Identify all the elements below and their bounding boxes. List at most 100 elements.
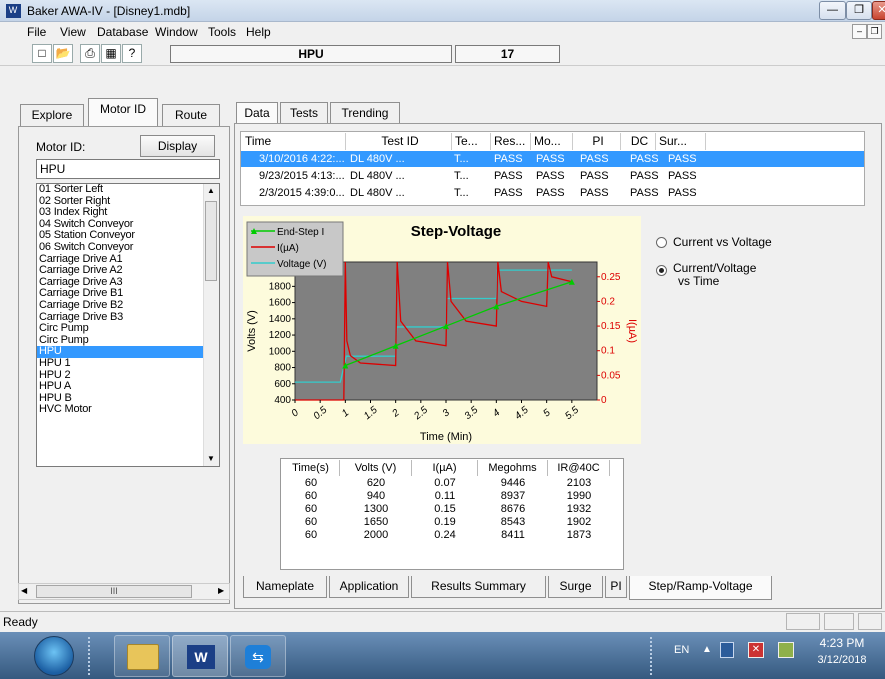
teamviewer-icon[interactable]: ⇆ [230,635,286,677]
language-indicator[interactable]: EN [674,644,689,656]
list-item[interactable]: 06 Switch Conveyor [37,241,203,254]
tab-step-ramp-voltage[interactable]: Step/Ramp-Voltage [629,576,772,600]
tab-tests[interactable]: Tests [280,102,328,124]
tab-application[interactable]: Application [329,576,409,598]
flag-alert-icon[interactable]: ✕ [748,642,764,658]
tab-explore[interactable]: Explore [20,104,84,126]
list-item[interactable]: HVC Motor [37,404,203,416]
table-row[interactable]: 2/3/2015 4:39:0... DL 480V ... T... PASS PAS… [241,185,864,201]
col-header-mo[interactable]: Mo... [531,133,573,150]
tab-data[interactable]: Data [236,102,278,124]
window-title: Baker AWA-IV - [Disney1.mdb] [27,4,191,18]
radio-current-vs-voltage-label[interactable]: Current vs Voltage [673,235,772,249]
tray-expand-icon[interactable]: ▲ [702,644,712,655]
x-tick-label: 4.5 [513,404,531,422]
printer-setup-icon[interactable]: ▦ [101,44,121,63]
tab-surge[interactable]: Surge [548,576,603,598]
tab-pi[interactable]: PI [605,576,627,598]
step-col-current: I(µA) [412,460,478,476]
table-cell-pi: PASS [580,153,609,165]
col-header-dc[interactable]: DC [621,133,656,150]
table-cell-dc: PASS [630,170,659,182]
y-tick-label: 1400 [269,314,292,325]
x-tick-label: 1 [340,407,351,419]
motor-id-label: Motor ID: [36,140,86,154]
tab-trending[interactable]: Trending [330,102,400,124]
step-table-cell: 9446 [500,477,526,489]
step-table-cell: 60 [304,477,318,489]
clock-time[interactable]: 4:23 PM [812,636,872,650]
scroll-left-icon[interactable]: ◀ [21,586,27,595]
list-item[interactable]: Carriage Drive A2 [37,265,203,277]
scroll-down-icon[interactable]: ▼ [207,454,215,463]
motor-id-input[interactable] [36,159,220,179]
open-folder-icon[interactable]: 📂 [53,44,73,63]
mdi-restore-button[interactable]: ❐ [867,24,882,39]
table-cell-pi: PASS [580,187,609,199]
mdi-minimize-button[interactable]: – [852,24,867,39]
table-cell-mo: PASS [536,170,565,182]
col-header-sur[interactable]: Sur... [656,133,706,150]
scroll-right-icon[interactable]: ▶ [218,586,224,595]
col-header-pi[interactable]: PI [573,133,621,150]
table-cell-te: T... [454,153,469,165]
menu-help[interactable]: Help [246,25,271,39]
list-item[interactable]: Circ Pump [37,323,203,335]
menu-database[interactable]: Database [97,25,148,39]
table-cell-test-id: DL 480V ... [350,187,405,199]
list-item[interactable]: HPU 1 [37,357,203,370]
col-header-te[interactable]: Te... [452,133,491,150]
tab-motor-id[interactable]: Motor ID [88,98,158,126]
tab-route[interactable]: Route [162,104,220,126]
clock-date[interactable]: 3/12/2018 [812,654,872,666]
step-table-cell: 940 [366,490,386,502]
table-row[interactable]: 3/10/2016 4:22:... DL 480V ... T... PASS PAS… [241,151,864,167]
status-bar [0,611,885,632]
tab-nameplate[interactable]: Nameplate [243,576,327,598]
volume-muted-icon[interactable] [778,642,794,658]
y-axis-label: Volts (V) [246,310,258,352]
col-header-res[interactable]: Res... [491,133,531,150]
status-pane-3 [858,613,882,630]
menu-tools[interactable]: Tools [208,25,236,39]
x-axis-label: Time (Min) [420,431,472,443]
list-item[interactable]: Carriage Drive B2 [37,299,203,312]
radio-current-vs-voltage[interactable] [656,237,667,248]
list-item[interactable]: HPU A [37,380,203,393]
network-icon[interactable] [720,642,734,658]
step-table-cell: 1650 [363,516,389,528]
new-file-icon[interactable]: □ [32,44,52,63]
left-hscroll-thumb[interactable]: III [36,585,192,598]
close-button[interactable]: ✕ [872,1,885,20]
minimize-button[interactable]: — [819,1,846,20]
table-cell-sur: PASS [668,187,697,199]
radio-current-voltage-vs-time[interactable] [656,265,667,276]
motor-list[interactable]: 01 Sorter Left 02 Sorter Right 03 Index Ri… [36,183,220,467]
start-button[interactable] [34,636,74,676]
col-header-test-id[interactable]: Test ID [346,133,452,150]
step-table-cell: 1300 [363,503,389,515]
baker-awa-icon[interactable]: W [172,635,228,677]
step-table-cell: 60 [304,516,318,528]
table-cell-res: PASS [494,170,523,182]
list-item[interactable]: 01 Sorter Left [37,184,203,196]
col-header-time[interactable]: Time [242,133,346,150]
table-row[interactable]: 9/23/2015 4:13:... DL 480V ... T... PASS PAS… [241,168,864,184]
menu-window[interactable]: Window [155,25,198,39]
display-button[interactable]: Display [140,135,215,157]
help-icon[interactable]: ? [122,44,142,63]
maximize-button[interactable]: ❐ [846,1,872,20]
explorer-icon[interactable] [114,635,170,677]
scroll-up-icon[interactable]: ▲ [207,186,215,195]
menu-file[interactable]: File [27,25,46,39]
step-table-cell: 1902 [566,516,592,528]
step-table-cell: 0.19 [434,516,456,528]
radio-current-voltage-vs-time-label[interactable]: Current/Voltage vs Time [673,262,756,288]
menu-view[interactable]: View [60,25,86,39]
test-count-field: 17 [455,45,560,63]
tab-results-summary[interactable]: Results Summary [411,576,546,598]
motor-list-scroll-thumb[interactable] [205,201,217,281]
document-icon[interactable]: W [6,4,20,16]
print-icon[interactable]: ⎙ [80,44,100,63]
table-cell-time: 3/10/2016 4:22:... [259,153,345,165]
